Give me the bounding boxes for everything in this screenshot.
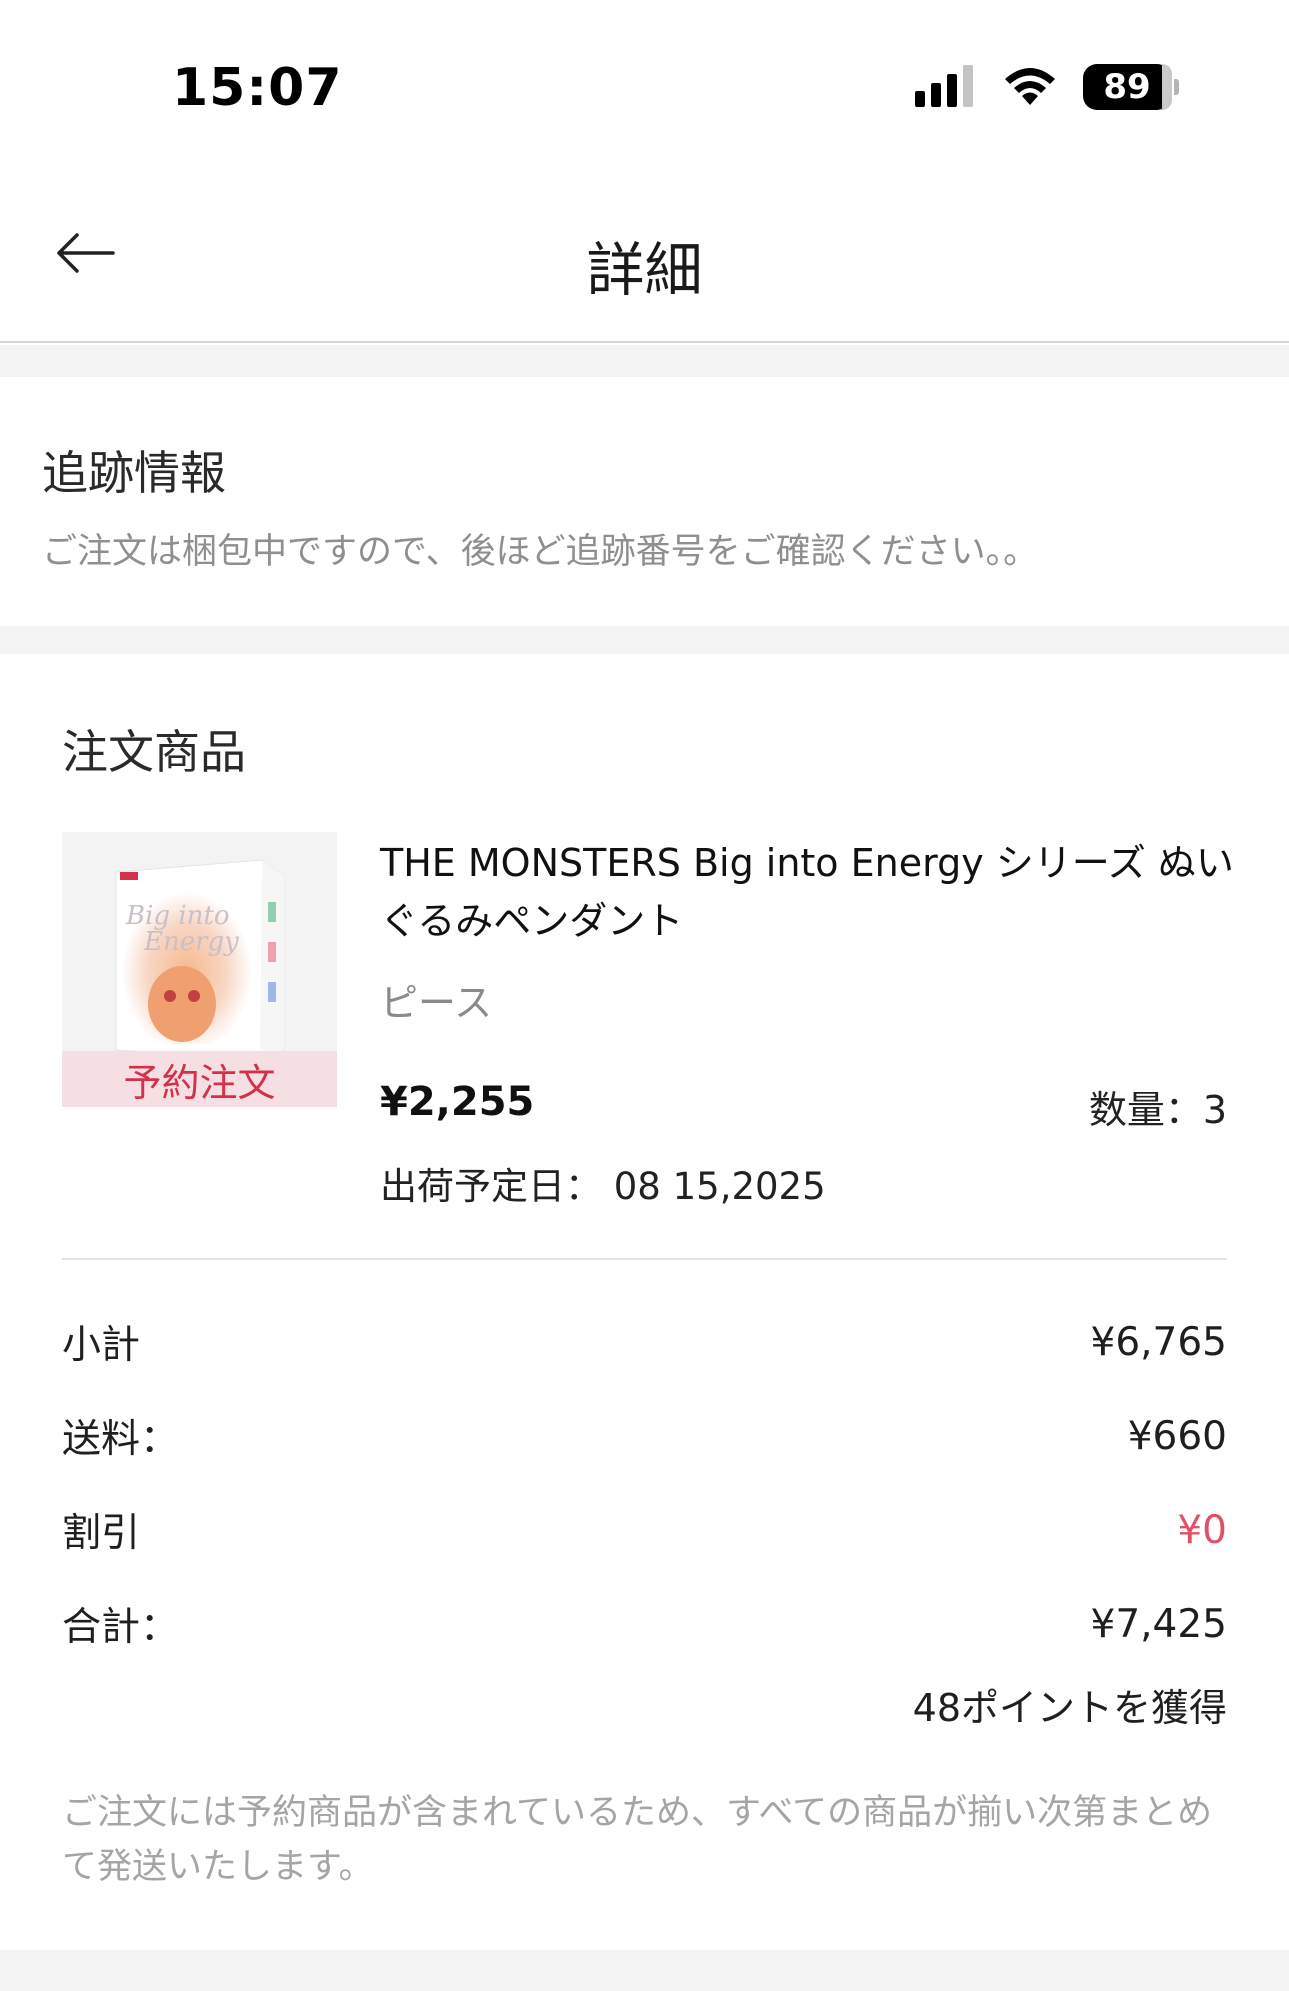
total-row: 合計： ¥7,425 xyxy=(62,1594,1227,1654)
ship-date-value: 08 15,2025 xyxy=(613,1165,826,1208)
product-price: ¥2,255 xyxy=(380,1079,535,1125)
points-earned: 48ポイントを獲得 xyxy=(912,1686,1227,1730)
product-name[interactable]: THE MONSTERS Big into Energy シリーズ ぬいぐるみペ… xyxy=(380,834,1240,950)
discount-row: 割引 ¥0 xyxy=(62,1500,1227,1560)
status-time: 15:07 xyxy=(172,58,343,118)
subtotal-value: ¥6,765 xyxy=(1090,1319,1227,1365)
shipping-value: ¥660 xyxy=(1127,1413,1227,1459)
order-items-section: 注文商品 Big into Energy 予約注文 THE MONSTERS B… xyxy=(0,654,1289,1950)
section-separator xyxy=(0,1950,1289,1991)
product-quantity: 数量：3 xyxy=(1088,1088,1227,1132)
battery-icon: 89 xyxy=(1083,64,1179,110)
shipping-row: 送料： ¥660 xyxy=(62,1406,1227,1466)
product-variant: ピース xyxy=(380,981,493,1025)
order-items-title: 注文商品 xyxy=(62,725,246,779)
shipping-label: 送料： xyxy=(62,1417,180,1462)
ship-date: 出荷予定日： 08 15,2025 xyxy=(380,1156,826,1210)
preorder-badge: 予約注文 xyxy=(62,1051,337,1107)
nav-header: 詳細 xyxy=(0,175,1289,343)
divider xyxy=(62,1258,1227,1260)
section-separator xyxy=(0,345,1289,377)
status-bar: 15:07 89 xyxy=(0,0,1289,175)
tracking-message: ご注文は梱包中ですので、後ほど追跡番号をご確認ください。。 xyxy=(42,532,1039,572)
svg-text:Energy: Energy xyxy=(143,927,239,957)
tracking-section: 追跡情報 ご注文は梱包中ですので、後ほど追跡番号をご確認ください。。 xyxy=(0,377,1289,626)
subtotal-row: 小計 ¥6,765 xyxy=(62,1312,1227,1372)
product-image[interactable]: Big into Energy 予約注文 xyxy=(62,832,337,1107)
preorder-note: ご注文には予約商品が含まれているため、すべての商品が揃い次第まとめて発送いたしま… xyxy=(62,1793,1213,1887)
ship-date-label: 出荷予定日： xyxy=(380,1165,602,1208)
wifi-icon xyxy=(1001,63,1059,111)
discount-label: 割引 xyxy=(62,1511,141,1556)
section-separator xyxy=(0,626,1289,654)
total-value: ¥7,425 xyxy=(1090,1601,1227,1647)
total-label: 合計： xyxy=(62,1605,180,1650)
discount-value: ¥0 xyxy=(1177,1507,1227,1553)
page-title: 詳細 xyxy=(586,236,703,304)
subtotal-label: 小計 xyxy=(62,1323,141,1368)
status-icons: 89 xyxy=(915,62,1179,112)
battery-level: 89 xyxy=(1083,64,1172,110)
cellular-signal-icon xyxy=(915,63,977,111)
tracking-title: 追跡情報 xyxy=(42,446,226,500)
